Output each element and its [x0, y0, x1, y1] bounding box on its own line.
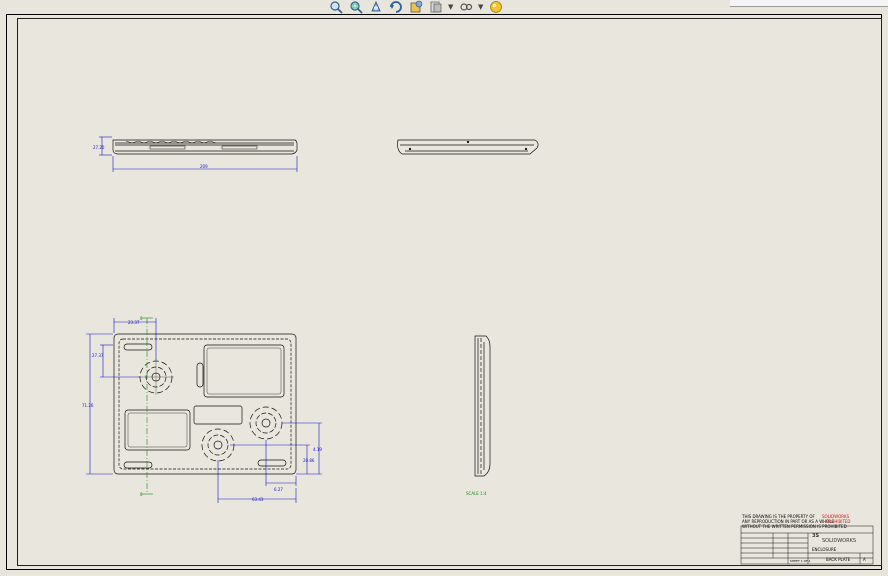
drawing-number: BACK PLATE — [826, 557, 851, 562]
title-note-3: WITHOUT THE WRITTEN PERMISSION IS PROHIB… — [742, 524, 847, 529]
dim-bottom-2[interactable]: 63.43 — [252, 497, 264, 502]
top-view[interactable] — [112, 139, 298, 155]
top-view-dimensions — [99, 136, 298, 172]
solidworks-logo-text: SOLIDWORKS — [822, 538, 856, 544]
front-view-dimensions — [86, 318, 322, 503]
part-name: ENCLOSURE — [812, 547, 837, 552]
top-view-width-dimension[interactable]: 209 — [200, 164, 208, 169]
top-view-height-dimension[interactable]: 27.20 — [93, 145, 105, 150]
drawing-canvas: 27.20 209 0 0 23.37 27.37 71.26 4.19 20.… — [82, 136, 874, 565]
centerline-label-bottom: 0 — [140, 492, 143, 497]
side-profile-view[interactable] — [397, 139, 539, 155]
dim-right-1[interactable]: 4.19 — [313, 447, 322, 452]
vent-pattern-3 — [201, 428, 235, 462]
dim-right-2[interactable]: 20.86 — [303, 458, 315, 463]
centerline-label-top: 0 — [140, 316, 143, 321]
vent-pattern-1 — [138, 359, 174, 395]
front-view[interactable] — [113, 333, 297, 475]
solidworks-logo-mark: 3S — [812, 533, 819, 539]
side-view[interactable] — [474, 335, 491, 477]
sheet-number: SHEET 1 OF 1 — [790, 559, 811, 563]
sheet-size: A — [863, 557, 866, 562]
dim-overall-height[interactable]: 71.26 — [82, 403, 94, 408]
dim-top-width[interactable]: 23.37 — [128, 320, 140, 325]
side-view-label: SCALE 1:4 — [466, 491, 487, 496]
dim-left-height[interactable]: 27.37 — [92, 353, 104, 358]
dim-bottom-1[interactable]: 6.27 — [274, 487, 283, 492]
vent-pattern-2 — [249, 406, 283, 440]
